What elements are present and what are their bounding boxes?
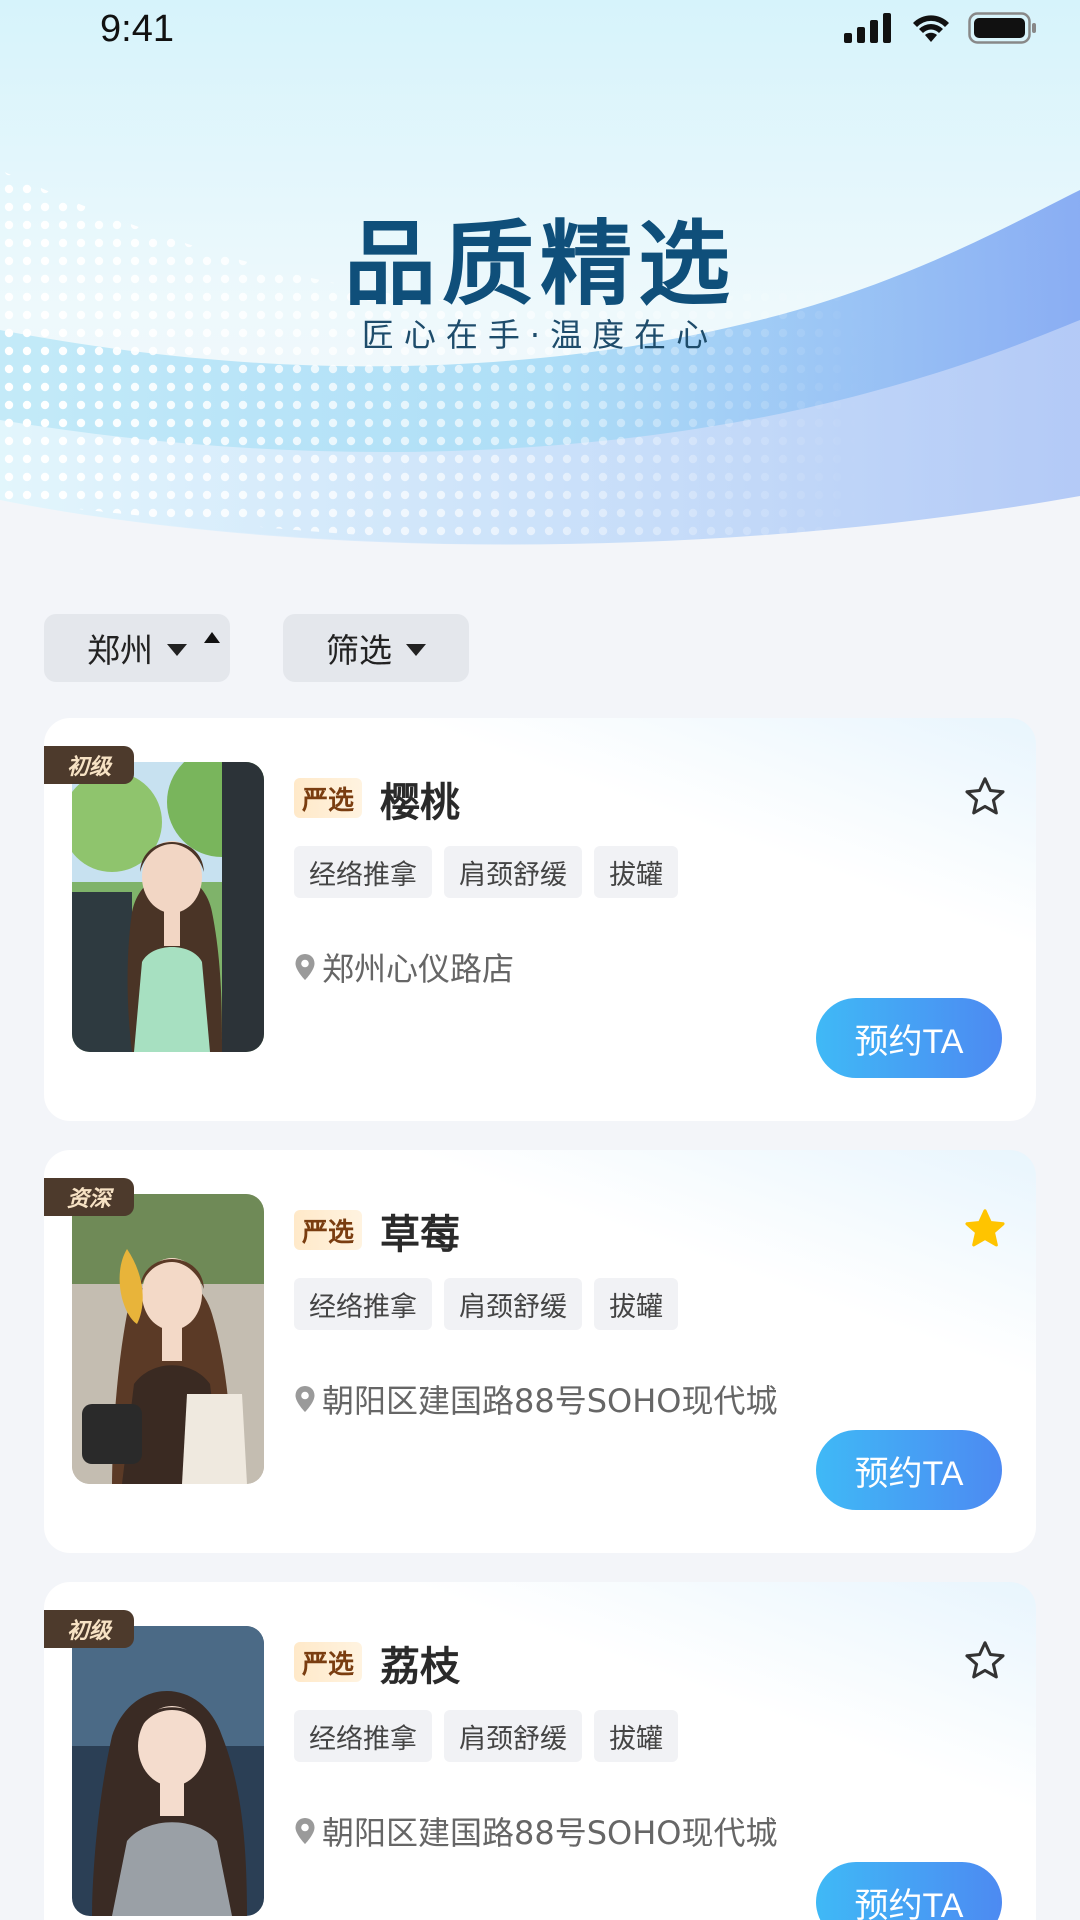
- service-tag: 经络推拿: [294, 1278, 432, 1330]
- status-time: 9:41: [100, 8, 174, 50]
- service-tags: 经络推拿 肩颈舒缓 拔罐: [294, 1710, 678, 1762]
- technician-name: 樱桃: [380, 780, 460, 826]
- service-tags: 经络推拿 肩颈舒缓 拔罐: [294, 1278, 678, 1330]
- location: 朝阳区建国路88号SOHO现代城: [294, 1808, 777, 1854]
- location-pin-icon: [295, 1386, 315, 1412]
- location-pin-icon: [295, 1818, 315, 1844]
- level-badge: 资深: [44, 1178, 134, 1216]
- battery-icon: [968, 12, 1036, 44]
- city-label: 郑州: [87, 631, 153, 670]
- location-text: 朝阳区建国路88号SOHO现代城: [322, 1382, 778, 1420]
- location: 郑州心仪路店: [294, 944, 514, 990]
- location-text: 朝阳区建国路88号SOHO现代城: [322, 1814, 778, 1852]
- hero-banner: 品质精选 匠心在手·温度在心: [0, 0, 1080, 560]
- book-button[interactable]: 预约TA: [816, 1430, 1002, 1510]
- service-tag: 经络推拿: [294, 846, 432, 898]
- caret-up-icon: [204, 632, 220, 643]
- book-button[interactable]: 预约TA: [816, 1862, 1002, 1920]
- select-badge: 严选: [294, 778, 363, 818]
- book-button[interactable]: 预约TA: [816, 998, 1002, 1078]
- location-text: 郑州心仪路店: [322, 950, 515, 988]
- service-tag: 拔罐: [594, 1278, 678, 1330]
- city-selector[interactable]: 郑州: [44, 614, 230, 682]
- technician-photo: [72, 1194, 264, 1484]
- location-pin-icon: [295, 954, 315, 980]
- service-tag: 肩颈舒缓: [444, 1278, 582, 1330]
- technician-photo: [72, 762, 264, 1052]
- level-badge: 初级: [44, 746, 134, 784]
- technician-name: 荔枝: [380, 1644, 460, 1690]
- location: 朝阳区建国路88号SOHO现代城: [294, 1376, 777, 1422]
- level-badge: 初级: [44, 1610, 134, 1648]
- service-tags: 经络推拿 肩颈舒缓 拔罐: [294, 846, 678, 898]
- favorite-star-outline-icon[interactable]: [962, 774, 1008, 820]
- filter-label: 筛选: [326, 631, 392, 670]
- technician-name: 草莓: [380, 1212, 460, 1258]
- select-badge: 严选: [294, 1210, 363, 1250]
- technician-card[interactable]: 初级 严选 荔枝 经络推拿 肩颈舒缓 拔罐 朝阳区建国路88号SOHO现代城 预…: [44, 1582, 1036, 1920]
- technician-card[interactable]: 资深 严选 草莓 经络推拿 肩颈舒缓 拔罐 朝阳区建国路88号SOHO现代城 预…: [44, 1150, 1036, 1553]
- status-icons: [844, 12, 1038, 44]
- favorite-star-outline-icon[interactable]: [962, 1638, 1008, 1684]
- favorite-star-filled-icon[interactable]: [962, 1206, 1008, 1252]
- wifi-icon: [913, 15, 949, 42]
- cellular-signal-icon: [844, 13, 891, 43]
- caret-down-icon: [167, 644, 187, 656]
- service-tag: 经络推拿: [294, 1710, 432, 1762]
- select-badge: 严选: [294, 1642, 363, 1682]
- service-tag: 肩颈舒缓: [444, 846, 582, 898]
- service-tag: 肩颈舒缓: [444, 1710, 582, 1762]
- filter-button[interactable]: 筛选: [283, 614, 469, 682]
- technician-photo: [72, 1626, 264, 1916]
- hero-subtitle: 匠心在手·温度在心: [361, 316, 719, 354]
- service-tag: 拔罐: [594, 1710, 678, 1762]
- technician-card[interactable]: 初级 严选 樱桃 经络推拿 肩颈舒缓 拔罐 郑州心仪路店 预约TA: [44, 718, 1036, 1121]
- caret-down-icon: [406, 644, 426, 656]
- hero-title: 品质精选: [343, 211, 736, 318]
- status-bar: 9:41: [0, 0, 1080, 60]
- service-tag: 拔罐: [594, 846, 678, 898]
